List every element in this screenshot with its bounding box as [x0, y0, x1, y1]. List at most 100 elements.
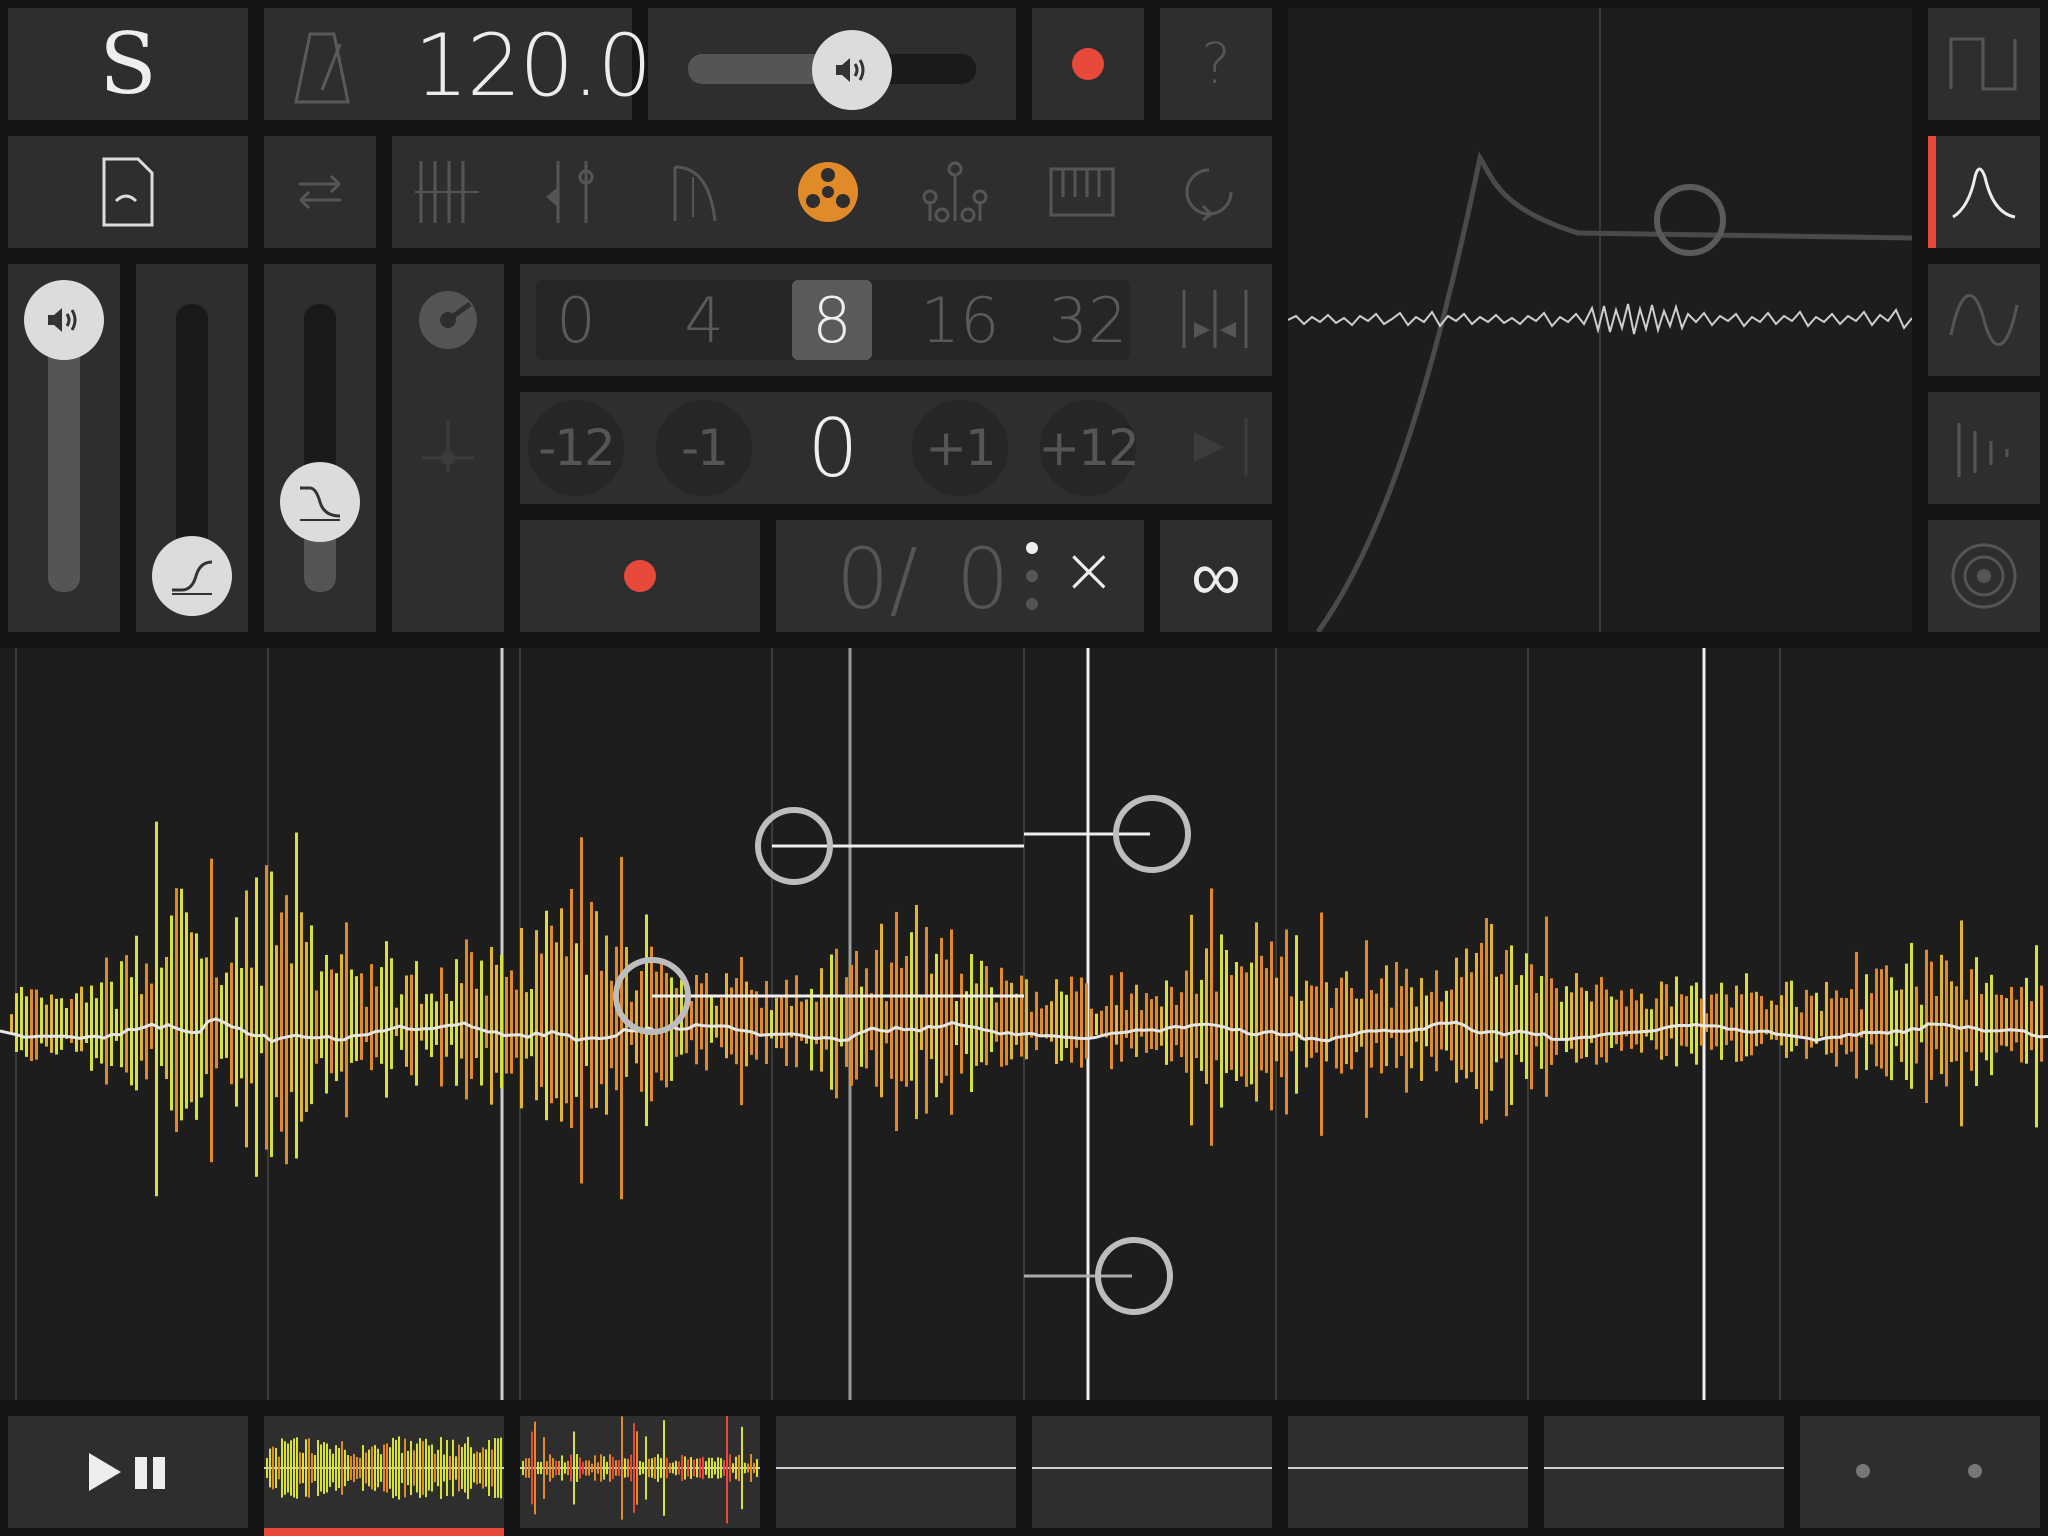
- page-dot[interactable]: [1856, 1464, 1870, 1478]
- waveform-bar: [1865, 974, 1868, 1071]
- waveform-bar: [1070, 976, 1073, 1063]
- master-volume[interactable]: [648, 8, 1016, 120]
- release-slider[interactable]: [264, 264, 376, 632]
- record-button[interactable]: [520, 520, 760, 632]
- comb-tool-button[interactable]: [392, 136, 502, 248]
- eq-icon: [546, 161, 594, 223]
- slot-5[interactable]: [1288, 1416, 1528, 1528]
- volume-slider-knob[interactable]: [24, 280, 104, 360]
- pitch-selector[interactable]: -12 -1 0 +1 +12: [520, 392, 1272, 504]
- waveform-bar: [1065, 994, 1068, 1049]
- waveform-bar: [280, 912, 283, 1132]
- pitch-option[interactable]: +1: [912, 400, 1008, 496]
- attack-slider[interactable]: [136, 264, 248, 632]
- slot-4[interactable]: [1032, 1416, 1272, 1528]
- waveform-bar: [1640, 993, 1643, 1053]
- tempo-value[interactable]: 120.0: [414, 16, 652, 116]
- waveform-bar: [620, 856, 623, 1200]
- snap-icon[interactable]: [1180, 286, 1250, 352]
- tab-pulse[interactable]: [1928, 392, 2040, 504]
- volume-slider[interactable]: [8, 264, 120, 632]
- waveform-bar: [720, 997, 723, 1048]
- tempo-panel[interactable]: 120.0: [264, 8, 652, 120]
- grid-option[interactable]: 4: [664, 284, 744, 357]
- waveform-bar: [310, 925, 313, 1105]
- help-button[interactable]: ?: [1160, 8, 1272, 120]
- waveform-bar: [235, 917, 238, 1107]
- envelope-display[interactable]: [1288, 8, 1912, 632]
- pitch-crosshair-icon[interactable]: [418, 416, 478, 476]
- play-pause-button[interactable]: [8, 1416, 248, 1528]
- slot-6[interactable]: [1544, 1416, 1784, 1528]
- waveform-bar: [885, 1001, 888, 1044]
- clear-button[interactable]: ×: [1062, 534, 1116, 608]
- tab-sine-wave[interactable]: [1928, 264, 2040, 376]
- logo-button[interactable]: S: [8, 8, 248, 120]
- waveform-bar: [900, 967, 903, 1082]
- waveform-bar: [1110, 975, 1113, 1070]
- grid-option[interactable]: 32: [1048, 284, 1128, 357]
- pitch-option[interactable]: -1: [656, 400, 752, 496]
- waveform-editor[interactable]: [0, 648, 2048, 1400]
- reel-tool-button[interactable]: [773, 136, 883, 248]
- slot-3[interactable]: [776, 1416, 1016, 1528]
- master-volume-knob[interactable]: [812, 30, 892, 110]
- page-dot[interactable]: [1968, 1464, 1982, 1478]
- target-icon: [1951, 543, 2017, 609]
- file-icon: [102, 157, 154, 227]
- waveform-bar: [90, 985, 93, 1071]
- pitch-option[interactable]: +12: [1038, 400, 1140, 496]
- loop-tool-button[interactable]: [1154, 136, 1264, 248]
- waveform-bar: [1895, 990, 1898, 1047]
- eq-tool-button[interactable]: [519, 136, 629, 248]
- waveform-bar: [1185, 970, 1188, 1073]
- swap-icon: [298, 174, 342, 210]
- attack-slider-knob[interactable]: [152, 536, 232, 616]
- waveform-bar: [1670, 1006, 1673, 1039]
- slot-2[interactable]: [520, 1416, 760, 1528]
- tab-filter-peak[interactable]: [1928, 136, 2040, 248]
- tab-target[interactable]: [1928, 520, 2040, 632]
- record-arm-button[interactable]: [1032, 8, 1144, 120]
- waveform-bar: [1210, 888, 1213, 1146]
- pitch-snap-icon[interactable]: [1180, 414, 1250, 480]
- vinyl-icon[interactable]: [418, 290, 478, 350]
- page-dots[interactable]: [1800, 1416, 2040, 1528]
- loop-infinite-button[interactable]: ∞: [1160, 520, 1272, 632]
- waveform-bar: [860, 986, 863, 1067]
- waveform-bar: [1555, 988, 1558, 1055]
- waveform-bar: [485, 995, 488, 1048]
- grid-option[interactable]: 16: [920, 284, 1000, 357]
- waveform-bar: [1740, 994, 1743, 1062]
- waveform-bar: [1700, 998, 1703, 1046]
- waveform-bar: [335, 973, 338, 1082]
- waveform-bar: [1190, 914, 1193, 1126]
- waveform-bar: [580, 837, 583, 1184]
- slot-1[interactable]: [264, 1416, 504, 1536]
- waveform-bar: [1320, 912, 1323, 1136]
- waveform-bar: [1995, 994, 1998, 1053]
- waveform-bar: [1155, 996, 1158, 1051]
- node-tool-button[interactable]: [900, 136, 1010, 248]
- waveform-bar: [575, 943, 578, 1097]
- tab-square-wave[interactable]: [1928, 8, 2040, 120]
- waveform-bar: [1410, 987, 1413, 1069]
- envelope-handle[interactable]: [1654, 184, 1726, 256]
- release-slider-knob[interactable]: [280, 462, 360, 542]
- pitch-option[interactable]: -12: [528, 400, 624, 496]
- file-button[interactable]: [8, 136, 248, 248]
- waveform-bar: [1010, 982, 1013, 1060]
- metronome-icon[interactable]: [292, 30, 352, 106]
- slice-tool-button[interactable]: [646, 136, 756, 248]
- grid-selector[interactable]: 0 4 8 16 32: [520, 264, 1272, 376]
- waveform-bar: [820, 968, 823, 1072]
- pitch-option-selected[interactable]: 0: [784, 400, 880, 496]
- grid-option-selected[interactable]: 8: [792, 284, 872, 357]
- tab-selected-indicator: [1928, 136, 1936, 248]
- waveform-bar: [210, 858, 213, 1163]
- waveform-bar: [1950, 981, 1953, 1063]
- grid-option[interactable]: 0: [536, 284, 616, 357]
- waveform-canvas[interactable]: [0, 648, 2048, 1400]
- keyboard-tool-button[interactable]: [1027, 136, 1137, 248]
- swap-button[interactable]: [264, 136, 376, 248]
